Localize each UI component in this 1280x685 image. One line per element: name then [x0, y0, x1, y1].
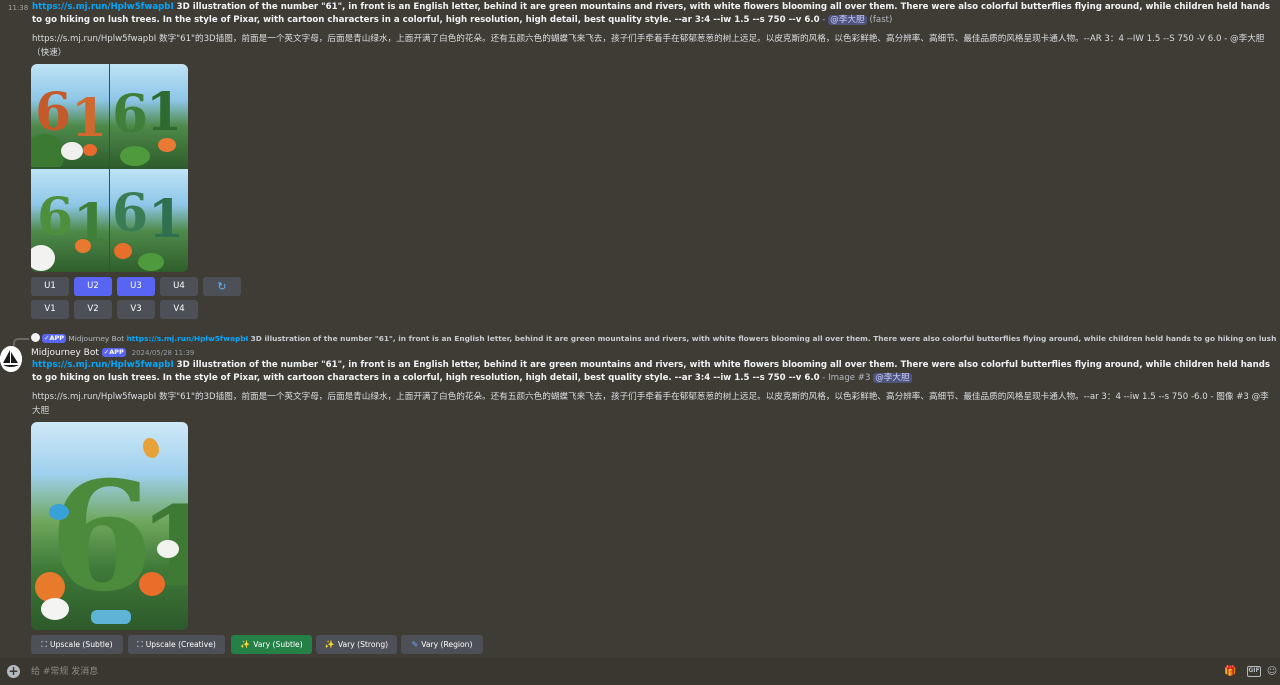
prompt-link[interactable]: https://s.mj.run/Hplw5fwapbI	[32, 360, 174, 370]
grid-image-4: 6 1	[110, 169, 188, 272]
message-input[interactable]	[31, 664, 1211, 679]
vary-strong-button[interactable]: ✨ Vary (Strong)	[316, 635, 397, 654]
message-list: 11:38 https://s.mj.run/Hplw5fwapbI 3D il…	[0, 0, 1280, 658]
message-timestamp: 2024/05/28 11:39	[131, 349, 195, 357]
button-label: Vary (Region)	[421, 640, 473, 649]
expand-icon: ⛶	[41, 640, 48, 649]
upscaled-image[interactable]: 6 1	[31, 422, 188, 630]
v2-button[interactable]: V2	[74, 300, 112, 319]
translation-text: https://s.mj.run/Hplw5fwapbI 数字"61"的3D插图…	[32, 34, 1265, 58]
refresh-icon: ↻	[217, 280, 227, 293]
gif-icon[interactable]: GIF	[1247, 666, 1261, 677]
button-label: Upscale (Subtle)	[50, 640, 113, 649]
prompt-body: 3D illustration of the number "61", in f…	[32, 2, 1270, 25]
v3-button[interactable]: V3	[117, 300, 155, 319]
reply-connector	[13, 338, 29, 346]
image-label: - Image #3	[819, 373, 874, 383]
author-name[interactable]: Midjourney Bot	[31, 348, 99, 358]
translation-text: https://s.mj.run/Hplw5fwapbI 数字"61"的3D插图…	[32, 392, 1269, 416]
prompt-body: 3D illustration of the number "61", in f…	[32, 360, 1270, 383]
user-mention[interactable]: @李大胆	[828, 15, 867, 25]
reply-link[interactable]: https://s.mj.run/Hplw5fwapbI	[126, 334, 248, 343]
button-label: Vary (Strong)	[337, 640, 389, 649]
prompt-link[interactable]: https://s.mj.run/Hplw5fwapbI	[32, 2, 174, 12]
reply-author: Midjourney Bot	[68, 334, 125, 343]
u2-button[interactable]: U2	[74, 277, 112, 296]
u3-button[interactable]: U3	[117, 277, 155, 296]
reply-avatar	[31, 333, 40, 342]
author-line: Midjourney Bot ✓APP 2024/05/28 11:39	[31, 347, 194, 359]
upscale-creative-button[interactable]: ⛶ Upscale (Creative)	[128, 635, 225, 654]
vary-region-button[interactable]: ✎ Vary (Region)	[401, 635, 483, 654]
prompt-text: https://s.mj.run/Hplw5fwapbI 3D illustra…	[32, 359, 1274, 385]
app-badge: ✓APP	[101, 348, 126, 357]
grid-image-2: 6 1	[110, 64, 188, 167]
reply-text: 3D illustration of the number "61", in f…	[250, 334, 1276, 343]
vary-subtle-button[interactable]: ✨ Vary (Subtle)	[231, 635, 312, 654]
separator: -	[819, 15, 829, 25]
u4-button[interactable]: U4	[160, 277, 198, 296]
gift-icon[interactable]: 🎁	[1224, 665, 1237, 678]
refresh-button[interactable]: ↻	[203, 277, 241, 296]
magic-wand-icon: ✨	[324, 640, 335, 649]
grid-image-3: 6 1	[31, 169, 109, 272]
speed-label: (fast)	[869, 15, 893, 25]
button-label: Vary (Subtle)	[253, 640, 303, 649]
expand-icon: ⛶	[137, 640, 143, 649]
button-label: Upscale (Creative)	[145, 640, 216, 649]
grid-image-1: 6 1	[31, 64, 109, 167]
v1-button[interactable]: V1	[31, 300, 69, 319]
reply-app-badge: ✓APP	[42, 334, 67, 343]
sailboat-icon	[0, 346, 22, 372]
reply-reference[interactable]: ✓APP Midjourney Bot https://s.mj.run/Hpl…	[31, 333, 1276, 344]
user-mention[interactable]: @李大胆	[873, 373, 912, 383]
magic-wand-icon: ✨	[240, 640, 251, 649]
brush-icon: ✎	[411, 640, 419, 649]
v4-button[interactable]: V4	[160, 300, 198, 319]
message-timestamp: 11:38	[8, 4, 29, 12]
chat-app: 11:38 https://s.mj.run/Hplw5fwapbI 3D il…	[0, 0, 1280, 685]
plus-icon[interactable]: +	[7, 665, 20, 678]
emoji-icon[interactable]: ☺	[1266, 665, 1278, 678]
prompt-text: https://s.mj.run/Hplw5fwapbI 3D illustra…	[32, 1, 1274, 27]
generated-image-grid[interactable]: 6 1 6 1 6 1 6 1	[31, 64, 188, 272]
butterfly-icon	[143, 438, 159, 458]
u1-button[interactable]: U1	[31, 277, 69, 296]
upscale-subtle-button[interactable]: ⛶ Upscale (Subtle)	[31, 635, 123, 654]
message-composer: + 🎁 GIF ☺	[0, 658, 1280, 685]
bot-avatar[interactable]	[0, 346, 22, 372]
